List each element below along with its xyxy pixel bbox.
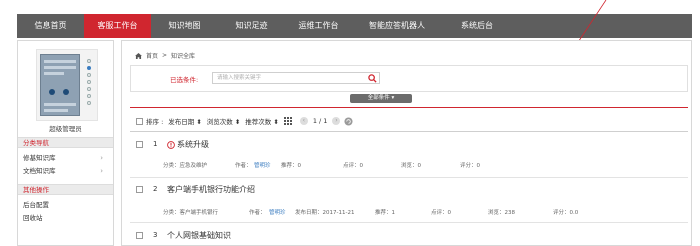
breadcrumb-current: 知识全库 [171,53,196,60]
meta-author-label: 作者： [235,163,252,169]
section-other-ops: 其他操作 [18,184,113,195]
user-name: 超级管理员 [49,125,82,133]
result-meta: 分类：应急及维护 作者： 管明珍 推荐：0 点评：0 浏览：0 评分：0 [163,161,683,169]
result-title: 客户端手机银行功能介绍 [167,185,255,194]
meta-category: 分类：客户端手机银行 [163,210,219,216]
chevron-right-icon: › [100,167,103,175]
result-index: 3 [153,231,158,239]
sidebar-item-doc-kb[interactable]: 文档知识库 › [18,166,113,177]
page-indicator: 1 / 1 [312,117,328,125]
sidebar-item-label: 后台配置 [23,201,49,209]
nav-knowledge-footprint[interactable]: 知识足迹 [218,14,285,38]
grid-view-icon[interactable] [283,117,292,125]
nav-chatbot[interactable]: 智能应答机器人 [352,14,442,38]
row-checkbox[interactable] [136,232,143,239]
next-page-button[interactable]: › [332,117,341,125]
selected-conditions-label: 已选条件: [170,76,199,84]
alert-icon [167,140,175,149]
search-box [212,72,380,84]
avatar [36,49,98,121]
refresh-icon[interactable] [344,116,353,126]
meta-rating: 评分：0 [460,163,480,169]
sidebar-item-label: 回收站 [23,214,43,222]
meta-recommend: 推荐：1 [375,210,395,216]
row-checkbox[interactable] [136,186,143,193]
meta-comments: 点评：0 [431,210,451,216]
nav-home[interactable]: 信息首页 [17,14,84,38]
device-image [40,54,80,116]
meta-recommend: 推荐：0 [281,163,301,169]
sidebar-item-backend-config[interactable]: 后台配置 [18,200,113,211]
divider [130,222,688,223]
nav-knowledge-map[interactable]: 知识地图 [151,14,218,38]
breadcrumb: 首页 > 知识全库 [135,51,195,60]
section-category-nav: 分类导航 [18,137,113,148]
result-title: 系统升级 [177,140,209,149]
nav-service-desk[interactable]: 客服工作台 [84,14,151,38]
result-title-link[interactable]: 系统升级 [167,139,209,150]
nav-ops-desk[interactable]: 运维工作台 [285,14,352,38]
result-title: 个人网银基础知识 [167,231,231,240]
meta-date: 发布日期：2017-11-21 [295,210,355,216]
sort-by-recommend[interactable]: 推荐次数 ⬍ [245,116,279,126]
search-icon[interactable] [368,74,377,83]
meta-comments: 点评：0 [343,163,363,169]
search-input[interactable] [213,73,363,83]
meta-author-label: 作者： [249,210,266,216]
sort-toolbar: 排序 : 发布日期 ⬍ 浏览次数 ⬍ 推荐次数 ⬍ ‹ 1 / 1 › [136,115,353,127]
meta-rating: 评分：0.0 [553,210,579,216]
nav-system-admin[interactable]: 系统后台 [442,14,512,38]
sidebar-item-base-kb[interactable]: 修基知识库 › [18,153,113,164]
sidebar-item-label: 修基知识库 [23,154,56,162]
filter-box: 已选条件: [130,65,688,92]
carousel-dots [84,56,94,108]
meta-views: 浏览：238 [488,210,515,216]
all-conditions-button[interactable]: 全部条件 ▾ [350,94,412,103]
meta-author[interactable]: 管明珍 [269,208,286,216]
breadcrumb-home[interactable]: 首页 [146,51,158,60]
result-meta: 分类：客户端手机银行 作者： 管明珍 发布日期：2017-11-21 推荐：1 … [163,208,683,216]
sort-by-views[interactable]: 浏览次数 ⬍ [207,116,241,126]
chevron-right-icon: › [100,154,103,162]
result-title-link[interactable]: 客户端手机银行功能介绍 [167,184,255,195]
divider [130,177,688,178]
sort-label: 排序 : [146,118,164,126]
sidebar-item-recycle-bin[interactable]: 回收站 [18,213,113,224]
sidebar: 超级管理员 分类导航 修基知识库 › 文档知识库 › 其他操作 后台配置 回收站 [17,40,114,246]
divider [130,131,688,132]
main-panel: 首页 > 知识全库 已选条件: 全部条件 ▾ 排序 : 发布日期 ⬍ 浏览次数 … [121,40,692,246]
sort-by-date[interactable]: 发布日期 ⬍ [168,116,202,126]
home-icon [135,52,142,59]
meta-category: 分类：应急及维护 [163,163,208,169]
breadcrumb-separator: > [162,52,168,59]
result-index: 1 [153,140,158,148]
meta-author[interactable]: 管明珍 [254,161,271,169]
select-all-checkbox[interactable] [136,117,143,125]
result-title-link[interactable]: 个人网银基础知识 [167,230,231,241]
sidebar-item-label: 文档知识库 [23,167,56,175]
meta-views: 浏览：0 [401,163,421,169]
result-index: 2 [153,185,158,193]
prev-page-button[interactable]: ‹ [299,117,308,125]
top-nav: 信息首页 客服工作台 知识地图 知识足迹 运维工作台 智能应答机器人 系统后台 [17,14,692,38]
row-checkbox[interactable] [136,141,143,148]
divider [130,107,688,108]
